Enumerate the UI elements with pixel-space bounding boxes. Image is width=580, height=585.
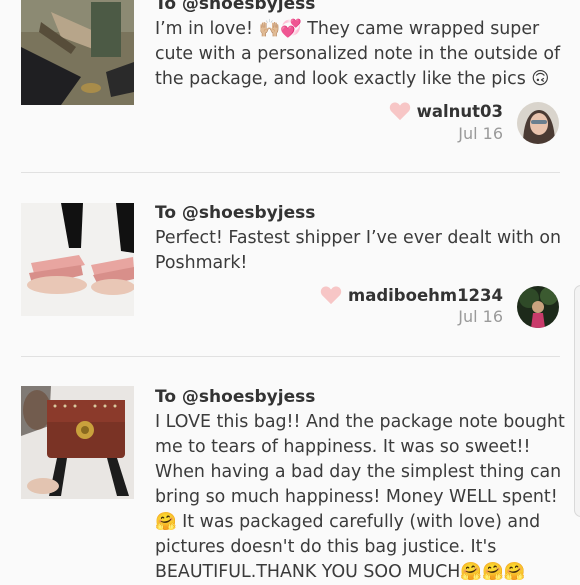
review-text-line: I’m in love! 🙌🏼💞 They came wrapped super	[155, 19, 540, 39]
reviewer-username[interactable]: madiboehm1234	[348, 286, 503, 305]
review-thumbnail[interactable]	[21, 386, 134, 499]
review-recipient: To @shoesbyjess	[155, 203, 316, 223]
avatar[interactable]	[517, 102, 559, 144]
divider	[21, 172, 560, 173]
reviewer-username[interactable]: walnut03	[417, 102, 503, 121]
review-message: I LOVE this bag!! And the package note b…	[155, 410, 565, 585]
review-date: Jul 16	[458, 124, 503, 143]
review-date: Jul 16	[458, 307, 503, 326]
review-text-line: me to tears of happiness. It was so swee…	[155, 437, 531, 457]
review-recipient: To @shoesbyjess	[155, 0, 316, 14]
review-thumbnail[interactable]	[21, 203, 134, 316]
reviewer-row[interactable]: madiboehm1234	[320, 284, 503, 306]
review-message: I’m in love! 🙌🏼💞 They came wrapped super…	[155, 17, 560, 92]
review-text-line: I LOVE this bag!! And the package note b…	[155, 412, 565, 432]
scrollbar[interactable]	[574, 285, 580, 517]
reviewer-row[interactable]: walnut03	[389, 100, 503, 122]
review-text-line: pictures doesn't do this bag justice. It…	[155, 537, 497, 557]
heart-icon[interactable]	[389, 101, 411, 121]
avatar[interactable]	[517, 286, 559, 328]
review-text-line: cute with a personalized note in the out…	[155, 44, 561, 64]
review-text-line: the package, and look exactly like the p…	[155, 69, 550, 89]
review-text-line: 🤗 It was packaged carefully (with love) …	[155, 512, 541, 532]
review-message: Perfect! Fastest shipper I’ve ever dealt…	[155, 226, 562, 276]
divider	[21, 356, 560, 357]
heart-icon[interactable]	[320, 285, 342, 305]
review-text-line: Perfect! Fastest shipper I’ve ever dealt…	[155, 228, 562, 248]
review-recipient: To @shoesbyjess	[155, 387, 316, 407]
review-text-line: BEAUTIFUL.THANK YOU SOO MUCH🤗🤗🤗	[155, 562, 526, 582]
review-text-line: Poshmark!	[155, 253, 248, 273]
review-thumbnail[interactable]	[21, 0, 134, 105]
review-text-line: bring so much happiness! Money WELL spen…	[155, 487, 558, 507]
review-text-line: When having a bad day the simplest thing…	[155, 462, 562, 482]
